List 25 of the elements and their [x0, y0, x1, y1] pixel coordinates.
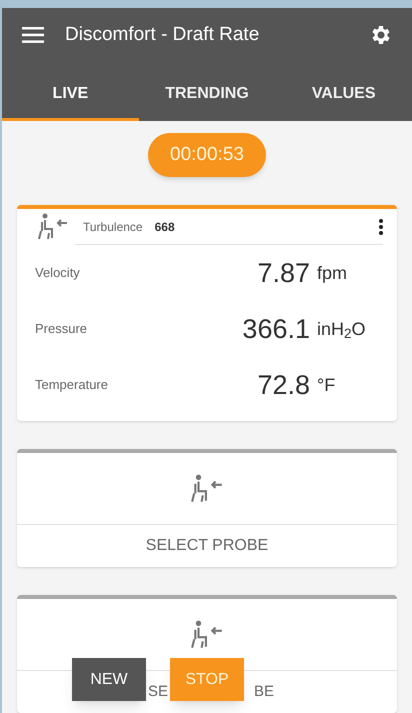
seated-person-arrow-icon [37, 213, 69, 241]
tab[interactable]: TRENDING [138, 62, 276, 120]
reading-value: 7.87 [257, 256, 310, 290]
reading-label: Temperature [35, 376, 109, 394]
seated-person-arrow-icon [190, 620, 224, 650]
reading-unit: inH$_{2}$O [317, 318, 367, 342]
more-options-icon[interactable] [379, 218, 383, 234]
reading-label: Pressure [35, 320, 88, 338]
reading-value: 72.8 [257, 368, 310, 402]
seated-person-arrow-icon [190, 474, 224, 504]
reading-label: Velocity [35, 264, 81, 282]
select-probe-button[interactable]: SELECT PROBE [146, 534, 268, 558]
tab[interactable]: LIVE [2, 62, 139, 120]
parameter-value: 668 [154, 218, 176, 236]
screen-title: Discomfort - Draft Rate [65, 22, 260, 47]
reading-unit: °F [317, 374, 336, 396]
reading-unit: fpm [317, 262, 348, 285]
select-probe-label-start: SE [148, 682, 168, 702]
timer-pill: 00:00:53 [148, 132, 266, 177]
reading-value: 366.1 [242, 312, 310, 346]
menu-icon[interactable] [22, 27, 44, 43]
select-probe-label-end: BE [254, 682, 274, 702]
parameter-label: Turbulence [83, 218, 143, 236]
action-button[interactable]: NEW [72, 658, 146, 701]
tab[interactable]: VALUES [275, 62, 412, 120]
